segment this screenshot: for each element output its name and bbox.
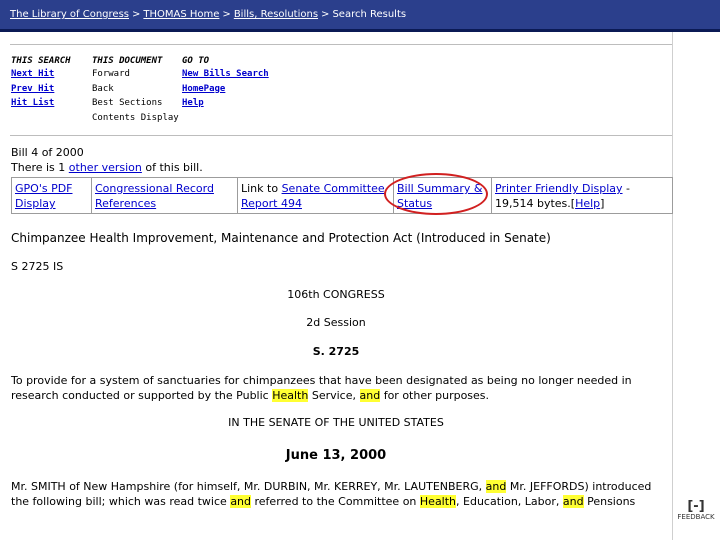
bill-purpose: To provide for a system of sanctuaries f… bbox=[11, 373, 661, 403]
help-link[interactable]: Help bbox=[182, 98, 282, 113]
purpose-text: Service, bbox=[308, 389, 360, 402]
other-version-suffix: of this bill. bbox=[141, 161, 203, 174]
search-highlight: and bbox=[562, 495, 584, 508]
go-to-header: GO TO bbox=[182, 56, 210, 66]
breadcrumb-bills-resolutions[interactable]: Bills, Resolutions bbox=[234, 9, 318, 20]
homepage-link[interactable]: HomePage bbox=[182, 84, 282, 99]
feedback-button[interactable]: [-] FEEDBACK bbox=[676, 500, 716, 521]
bill-number: S. 2725 bbox=[312, 345, 360, 358]
printer-friendly-cell: Printer Friendly Display - 19,514 bytes.… bbox=[492, 178, 672, 213]
new-bills-search-link[interactable]: New Bills Search bbox=[182, 69, 282, 84]
gpo-pdf-cell: GPO's PDF Display bbox=[12, 178, 92, 213]
intro-text: referred to the Committee on bbox=[251, 495, 420, 508]
congressional-record-cell: Congressional Record References bbox=[92, 178, 238, 213]
congressional-record-link[interactable]: Congressional Record References bbox=[95, 182, 214, 210]
breadcrumb-current: Search Results bbox=[332, 9, 407, 20]
divider bbox=[10, 44, 672, 45]
in-senate-heading: IN THE SENATE OF THE UNITED STATES bbox=[228, 416, 444, 429]
congress-line: 106th CONGRESS bbox=[287, 288, 385, 301]
breadcrumb-separator: > bbox=[132, 9, 141, 20]
intro-text: Mr. SMITH of New Hampshire (for himself,… bbox=[11, 480, 486, 493]
best-sections-item[interactable]: Best Sections bbox=[92, 98, 192, 113]
purpose-text: for other purposes. bbox=[380, 389, 490, 402]
contents-display-item[interactable]: Contents Display bbox=[92, 113, 192, 128]
search-highlight: Health bbox=[419, 495, 457, 508]
other-version-prefix: There is 1 bbox=[11, 161, 69, 174]
bill-date: June 13, 2000 bbox=[285, 448, 387, 463]
search-highlight: and bbox=[230, 495, 252, 508]
right-margin-panel bbox=[672, 32, 720, 540]
bill-id: S 2725 IS bbox=[11, 260, 64, 273]
go-to-column: GO TO New Bills Search HomePage Help bbox=[182, 56, 282, 113]
this-document-column: THIS DOCUMENT Forward Back Best Sections… bbox=[92, 56, 192, 127]
other-version-line: There is 1 other version of this bill. bbox=[11, 161, 203, 174]
search-highlight: and bbox=[359, 389, 381, 402]
introduction-paragraph: Mr. SMITH of New Hampshire (for himself,… bbox=[11, 479, 661, 509]
printer-friendly-link[interactable]: Printer Friendly Display bbox=[495, 182, 623, 195]
search-highlight: Health bbox=[272, 389, 309, 402]
other-version-link[interactable]: other version bbox=[69, 161, 142, 174]
printer-help-link[interactable]: Help bbox=[575, 197, 600, 210]
bill-number-line: Bill 4 of 2000 bbox=[11, 146, 84, 159]
feedback-icon: [-] bbox=[687, 499, 705, 514]
intro-text: , Education, Labor, bbox=[456, 495, 563, 508]
forward-item[interactable]: Forward bbox=[92, 69, 192, 84]
breadcrumb-separator: > bbox=[222, 9, 231, 20]
committee-prefix: Link to bbox=[241, 182, 282, 195]
committee-report-cell: Link to Senate Committee Report 494 bbox=[238, 178, 394, 213]
this-document-header: THIS DOCUMENT bbox=[92, 56, 163, 66]
top-banner: The Library of Congress > THOMAS Home > Bill… bbox=[0, 0, 720, 32]
gpo-pdf-link[interactable]: GPO's PDF Display bbox=[15, 182, 73, 210]
divider bbox=[10, 135, 672, 136]
red-annotation-circle bbox=[384, 173, 488, 215]
printer-help-close: ] bbox=[600, 197, 605, 210]
intro-text: Pensions bbox=[583, 495, 636, 508]
back-item[interactable]: Back bbox=[92, 84, 192, 99]
breadcrumb-library-of-congress[interactable]: The Library of Congress bbox=[10, 9, 129, 20]
breadcrumb: The Library of Congress > THOMAS Home > Bill… bbox=[10, 9, 406, 20]
breadcrumb-separator: > bbox=[321, 9, 330, 20]
breadcrumb-thomas-home[interactable]: THOMAS Home bbox=[143, 9, 219, 20]
search-highlight: and bbox=[485, 480, 507, 493]
bill-title: Chimpanzee Health Improvement, Maintenan… bbox=[11, 231, 551, 245]
feedback-label: FEEDBACK bbox=[677, 513, 715, 521]
session-line: 2d Session bbox=[306, 316, 366, 329]
bill-links-table: GPO's PDF Display Congressional Record R… bbox=[11, 177, 673, 214]
